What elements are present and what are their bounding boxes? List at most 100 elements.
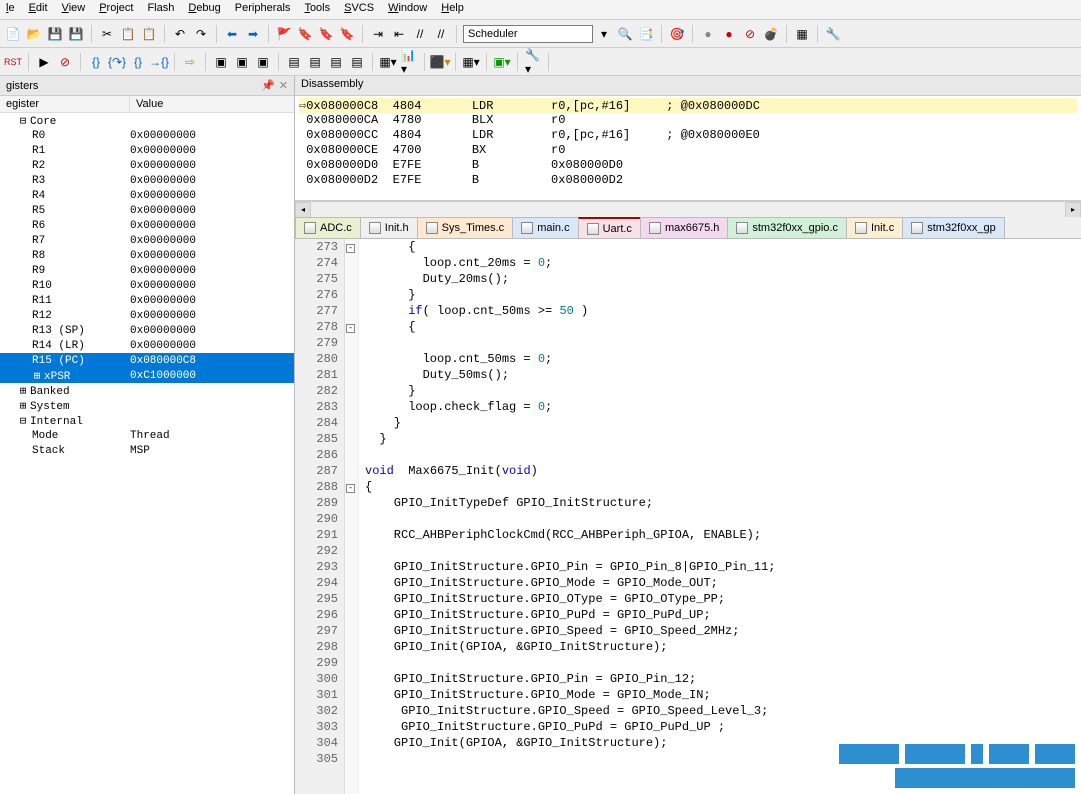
register-row[interactable]: R90x00000000 [0,263,294,278]
register-row[interactable]: R50x00000000 [0,203,294,218]
code-line[interactable]: GPIO_InitStructure.GPIO_Speed = GPIO_Spe… [365,623,1081,639]
logic-icon[interactable]: ⬛▾ [431,53,449,71]
disassembly-view[interactable]: ⇨0x080000C8 4804 LDR r0,[pc,#16] ; @0x08… [295,96,1081,201]
register-group[interactable]: ⊞Banked [0,383,294,398]
menu-peripherals[interactable]: Peripherals [235,2,291,17]
tab-Uartc[interactable]: Uart.c [578,217,641,238]
tab-Sys_Timesc[interactable]: Sys_Times.c [417,217,514,238]
uncomment-icon[interactable]: // [432,25,450,43]
code-line[interactable]: GPIO_InitStructure.GPIO_Mode = GPIO_Mode… [365,687,1081,703]
breakpoint2-icon[interactable]: ● [720,25,738,43]
register-row[interactable]: R20x00000000 [0,158,294,173]
disasm-line[interactable]: 0x080000D2 E7FE B 0x080000D2 [299,173,1077,188]
register-row[interactable]: R120x00000000 [0,308,294,323]
register-group[interactable]: ⊟Internal [0,413,294,428]
tools-icon[interactable]: 🔧▾ [524,53,542,71]
code-line[interactable]: loop.cnt_50ms = 0; [365,351,1081,367]
save-icon[interactable]: 💾 [46,25,64,43]
code-editor[interactable]: 2732742752762772782792802812822832842852… [295,239,1081,794]
code-line[interactable] [365,447,1081,463]
code-line[interactable] [365,511,1081,527]
breakpoint-icon[interactable]: ● [699,25,717,43]
registers-list[interactable]: ⊟CoreR00x00000000R10x00000000R20x0000000… [0,113,294,794]
code-line[interactable]: } [365,287,1081,303]
code-line[interactable]: GPIO_InitStructure.GPIO_PuPd = GPIO_PuPd… [365,607,1081,623]
cmd-window-icon[interactable]: ▣ [212,53,230,71]
menu-help[interactable]: Help [441,2,464,17]
code-line[interactable]: loop.cnt_20ms = 0; [365,255,1081,271]
find-icon[interactable]: 🔍 [616,25,634,43]
nav-back-icon[interactable]: ⬅ [223,25,241,43]
indent-icon[interactable]: ⇥ [369,25,387,43]
menu-window[interactable]: Window [388,2,427,17]
run-to-icon[interactable]: →{} [150,53,168,71]
show-next-icon[interactable]: ⇨ [181,53,199,71]
scroll-right-icon[interactable]: ▸ [1065,202,1081,218]
bookmark-prev-icon[interactable]: 🔖 [296,25,314,43]
symbol-window-icon[interactable]: ▣ [254,53,272,71]
disasm-line[interactable]: 0x080000CC 4804 LDR r0,[pc,#16] ; @0x080… [299,128,1077,143]
register-row[interactable]: StackMSP [0,443,294,458]
code-line[interactable]: { [365,319,1081,335]
menu-flash[interactable]: Flash [147,2,174,17]
tab-Inith[interactable]: Init.h [360,217,418,238]
breakpoint-kill-icon[interactable]: 💣 [762,25,780,43]
nav-fwd-icon[interactable]: ➡ [244,25,262,43]
register-row[interactable]: R80x00000000 [0,248,294,263]
disasm-line[interactable]: 0x080000CA 4780 BLX r0 [299,113,1077,128]
menu-edit[interactable]: Edit [29,2,48,17]
copy-icon[interactable]: 📋 [119,25,137,43]
code-line[interactable] [365,335,1081,351]
code-line[interactable]: GPIO_InitTypeDef GPIO_InitStructure; [365,495,1081,511]
disasm-line[interactable]: 0x080000CE 4700 BX r0 [299,143,1077,158]
tab-ADCc[interactable]: ADC.c [295,217,361,238]
analysis-icon[interactable]: 📊▾ [400,53,418,71]
reset-icon[interactable]: RST [4,53,22,71]
scroll-left-icon[interactable]: ◂ [295,202,311,218]
find-in-files-icon[interactable]: 📑 [637,25,655,43]
register-row[interactable]: R14 (LR)0x00000000 [0,338,294,353]
code-line[interactable]: GPIO_Init(GPIOA, &GPIO_InitStructure); [365,639,1081,655]
code-line[interactable]: GPIO_InitStructure.GPIO_OType = GPIO_OTy… [365,591,1081,607]
code-line[interactable]: GPIO_InitStructure.GPIO_Pin = GPIO_Pin_1… [365,671,1081,687]
bookmark-clear-icon[interactable]: 🔖 [338,25,356,43]
disasm-line[interactable]: 0x080000D0 E7FE B 0x080000D0 [299,158,1077,173]
register-row[interactable]: R10x00000000 [0,143,294,158]
code-line[interactable]: { [365,239,1081,255]
register-row[interactable]: R60x00000000 [0,218,294,233]
register-row[interactable]: R00x00000000 [0,128,294,143]
register-row[interactable]: R40x00000000 [0,188,294,203]
window-icon[interactable]: ▦ [793,25,811,43]
tab-max6675h[interactable]: max6675.h [640,217,728,238]
menu-svcs[interactable]: SVCS [344,2,374,17]
config-icon[interactable]: 🔧 [824,25,842,43]
register-row[interactable]: R15 (PC)0x080000C8 [0,353,294,368]
open-icon[interactable]: 📂 [25,25,43,43]
callstack-window-icon[interactable]: ▤ [306,53,324,71]
menu-tools[interactable]: Tools [304,2,330,17]
search-combo[interactable] [463,25,593,43]
undo-icon[interactable]: ↶ [171,25,189,43]
serial-icon[interactable]: ▦▾ [379,53,397,71]
code-line[interactable] [365,543,1081,559]
register-row[interactable]: ModeThread [0,428,294,443]
step-over-icon[interactable]: {↷} [108,53,126,71]
debug-icon[interactable]: 🎯 [668,25,686,43]
stop-icon[interactable]: ⊘ [56,53,74,71]
code-line[interactable] [365,655,1081,671]
tab-mainc[interactable]: main.c [512,217,578,238]
menu-debug[interactable]: Debug [188,2,220,17]
step-icon[interactable]: {} [87,53,105,71]
watch-window-icon[interactable]: ▤ [327,53,345,71]
register-row[interactable]: R110x00000000 [0,293,294,308]
step-out-icon[interactable]: {} [129,53,147,71]
code-line[interactable]: } [365,431,1081,447]
tab-stm32f0xx_gp[interactable]: stm32f0xx_gp [902,217,1004,238]
save-all-icon[interactable]: 💾 [67,25,85,43]
pin-icon[interactable]: 📌 [261,80,275,92]
code-line[interactable]: { [365,479,1081,495]
close-icon[interactable]: ✕ [279,80,288,92]
disasm-line[interactable]: ⇨0x080000C8 4804 LDR r0,[pc,#16] ; @0x08… [299,98,1077,113]
outdent-icon[interactable]: ⇤ [390,25,408,43]
code-line[interactable]: Duty_50ms(); [365,367,1081,383]
